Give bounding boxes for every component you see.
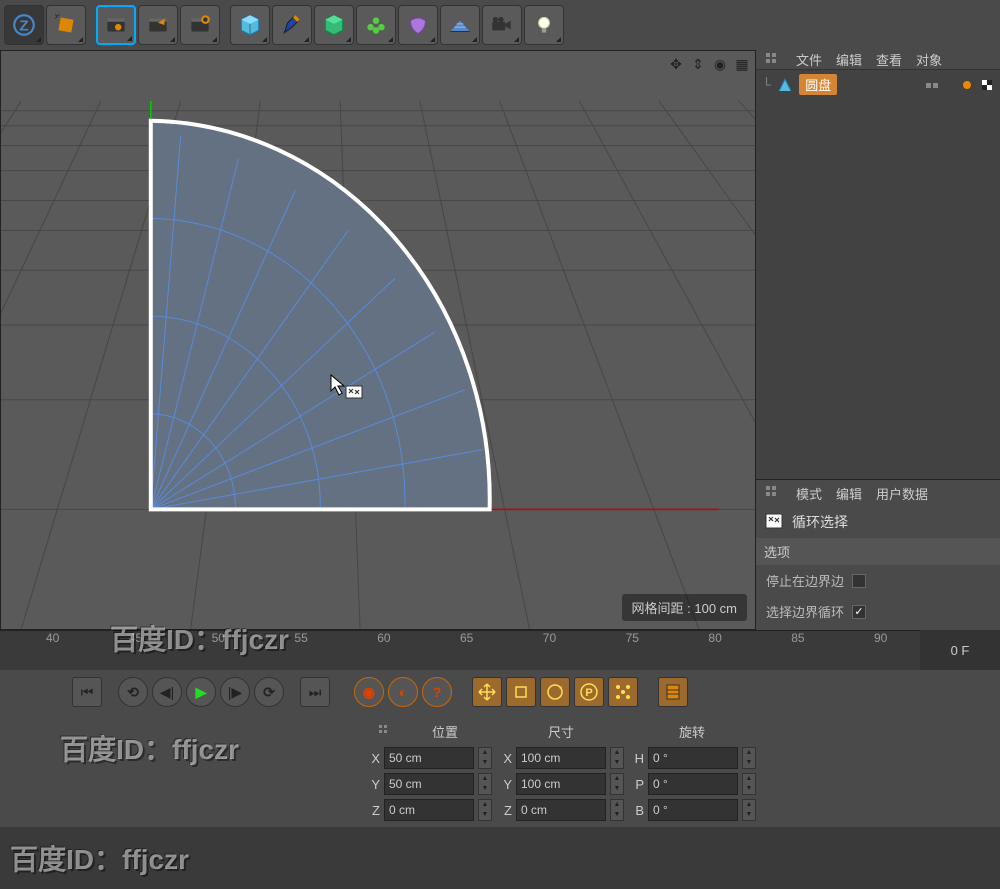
viewport-rotate-icon[interactable]: ◉	[711, 55, 729, 73]
svg-text:P: P	[585, 687, 592, 699]
object-tree[interactable]: └ 圆盘	[756, 70, 1000, 480]
record-button[interactable]: ◉	[354, 677, 384, 707]
prev-key-button[interactable]: ⟲	[118, 677, 148, 707]
viewport-layout-icon[interactable]: ▦	[733, 55, 751, 73]
coord-grid-icon	[378, 722, 392, 741]
coordinate-manager: 位置 尺寸 旋转 X▲▼X▲▼H▲▼Y▲▼Y▲▼P▲▼Z▲▼Z▲▼B▲▼	[0, 714, 1000, 827]
obj-menu-file[interactable]: 文件	[796, 50, 822, 69]
option-stop-at-border: 停止在边界边	[756, 565, 1000, 596]
option-select-border-loop: 选择边界循环	[756, 596, 1000, 627]
coord-row-Z: Z▲▼Z▲▼B▲▼	[364, 797, 992, 823]
coord-row-X: X▲▼X▲▼H▲▼	[364, 745, 992, 771]
attr-menu-edit[interactable]: 编辑	[836, 484, 862, 503]
grid-status-label: 网格间距 : 100 cm	[622, 594, 747, 621]
pos-Y-input[interactable]	[384, 773, 474, 795]
coord-header-rotation: 旋转	[679, 722, 705, 741]
animate-tool-1[interactable]	[96, 5, 136, 45]
disc-object-icon	[777, 77, 793, 93]
main-toolbar: Z	[0, 0, 1000, 50]
checkbox-border-loop[interactable]	[852, 605, 866, 619]
array-tool-button[interactable]	[356, 5, 396, 45]
obj-menu-object[interactable]: 对象	[916, 50, 942, 69]
spinner[interactable]: ▲▼	[610, 747, 624, 769]
cube-primitive-button[interactable]	[230, 5, 270, 45]
object-manager-menu: 文件 编辑 查看 对象	[756, 50, 1000, 70]
key-options-button[interactable]: ?	[422, 677, 452, 707]
attr-tool-title: 循环选择	[756, 506, 1000, 538]
camera-tool-button[interactable]	[482, 5, 522, 45]
move-axis-button[interactable]	[472, 677, 502, 707]
spinner[interactable]: ▲▼	[478, 773, 492, 795]
goto-start-button[interactable]: ⏮	[72, 677, 102, 707]
obj-menu-edit[interactable]: 编辑	[836, 50, 862, 69]
spinner[interactable]: ▲▼	[742, 773, 756, 795]
viewport-3d[interactable]: ✥ ⇕ ◉ ▦	[0, 50, 756, 630]
coord-row-Y: Y▲▼Y▲▼P▲▼	[364, 771, 992, 797]
rot-P-input[interactable]	[648, 773, 738, 795]
tree-branch-icon: └	[762, 77, 771, 92]
spinner[interactable]: ▲▼	[478, 747, 492, 769]
obj-manager-icon	[764, 51, 782, 69]
viewport-zoom-icon[interactable]: ⇕	[689, 55, 707, 73]
scale-axis-button[interactable]	[506, 677, 536, 707]
timeline-ruler[interactable]: 40 45 50 55 60 65 70 75 80 85 90	[0, 630, 920, 670]
nurbs-tool-button[interactable]	[314, 5, 354, 45]
pen-tool-button[interactable]	[272, 5, 312, 45]
spinner[interactable]: ▲▼	[610, 773, 624, 795]
obj-tag-dot1-icon[interactable]	[960, 78, 974, 92]
svg-text:Z: Z	[19, 17, 28, 34]
viewport-canvas	[1, 51, 755, 629]
obj-tag-checker-icon[interactable]	[980, 78, 994, 92]
rot-H-input[interactable]	[648, 747, 738, 769]
play-button[interactable]: ▶	[186, 677, 216, 707]
step-back-button[interactable]: ◀|	[152, 677, 182, 707]
checkbox-stop-border[interactable]	[852, 574, 866, 588]
step-fwd-button[interactable]: |▶	[220, 677, 250, 707]
timeline[interactable]: 40 45 50 55 60 65 70 75 80 85 90 0 F	[0, 630, 1000, 670]
spinner[interactable]: ▲▼	[610, 799, 624, 821]
autokey-button[interactable]: ◐	[388, 677, 418, 707]
axis-tool-button[interactable]	[46, 5, 86, 45]
light-tool-button[interactable]	[524, 5, 564, 45]
playback-bar: ⏮ ⟲ ◀| ▶ |▶ ⟳ ⏭ ◉ ◐ ? P	[0, 670, 1000, 714]
attr-section-options[interactable]: 选项	[756, 538, 1000, 565]
size-X-input[interactable]	[516, 747, 606, 769]
spinner[interactable]: ▲▼	[742, 799, 756, 821]
main-area: ✥ ⇕ ◉ ▦	[0, 50, 1000, 630]
current-frame-display[interactable]: 0 F	[920, 630, 1000, 670]
coord-header-position: 位置	[432, 722, 458, 741]
undo-button[interactable]: Z	[4, 5, 44, 45]
size-Y-input[interactable]	[516, 773, 606, 795]
animate-tool-3[interactable]	[180, 5, 220, 45]
disc-object	[151, 121, 490, 510]
spinner[interactable]: ▲▼	[478, 799, 492, 821]
pos-Z-input[interactable]	[384, 799, 474, 821]
attr-menu-userdata[interactable]: 用户数据	[876, 484, 928, 503]
next-key-button[interactable]: ⟳	[254, 677, 284, 707]
point-level-button[interactable]	[608, 677, 638, 707]
filmstrip-button[interactable]	[658, 677, 688, 707]
rot-B-input[interactable]	[648, 799, 738, 821]
spinner[interactable]: ▲▼	[742, 747, 756, 769]
pos-X-input[interactable]	[384, 747, 474, 769]
object-name-label[interactable]: 圆盘	[799, 74, 837, 95]
obj-menu-view[interactable]: 查看	[876, 50, 902, 69]
watermark: 百度ID：ffjczr	[10, 838, 189, 878]
right-panel: 文件 编辑 查看 对象 └ 圆盘 模式 编辑 用户数据	[756, 50, 1000, 630]
deformer-tool-button[interactable]	[398, 5, 438, 45]
attr-menu-mode[interactable]: 模式	[796, 484, 822, 503]
floor-tool-button[interactable]	[440, 5, 480, 45]
obj-visibility-icon[interactable]	[924, 77, 940, 93]
object-row-disc[interactable]: └ 圆盘	[756, 70, 1000, 99]
viewport-move-icon[interactable]: ✥	[667, 55, 685, 73]
attr-manager-icon	[764, 484, 782, 502]
param-button[interactable]: P	[574, 677, 604, 707]
rotate-axis-button[interactable]	[540, 677, 570, 707]
size-Z-input[interactable]	[516, 799, 606, 821]
coord-header-size: 尺寸	[548, 722, 574, 741]
goto-end-button[interactable]: ⏭	[300, 677, 330, 707]
loop-select-icon	[764, 512, 784, 532]
animate-tool-2[interactable]	[138, 5, 178, 45]
